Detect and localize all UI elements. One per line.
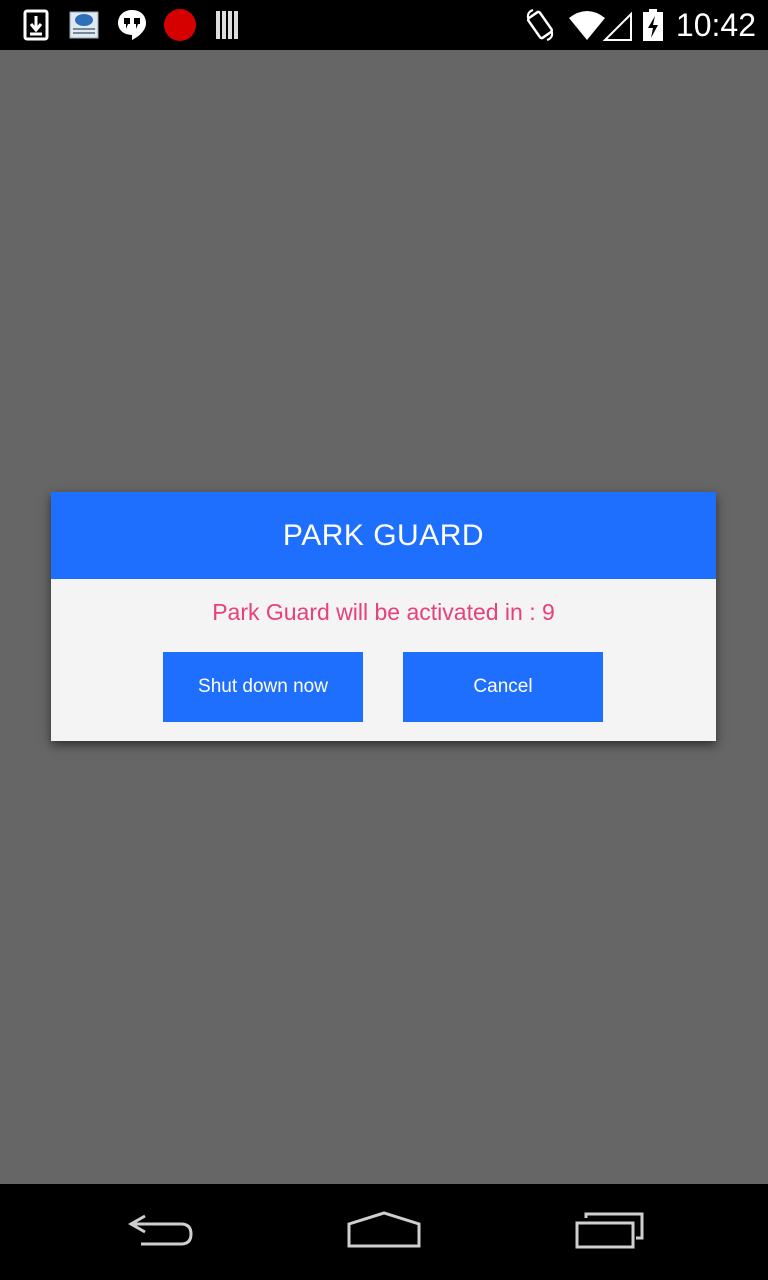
recent-apps-button[interactable]	[550, 1184, 670, 1280]
hangouts-icon	[115, 0, 149, 50]
cancel-button[interactable]: Cancel	[403, 652, 603, 722]
status-time: 10:42	[675, 7, 756, 43]
battery-charging-icon	[641, 0, 665, 50]
barcode-icon	[214, 0, 242, 50]
dialog-header: PARK GUARD	[51, 492, 716, 579]
shut-down-now-button[interactable]: Shut down now	[163, 652, 363, 722]
record-icon	[163, 0, 197, 50]
wifi-icon	[566, 0, 634, 50]
home-button[interactable]	[324, 1184, 444, 1280]
screen: 10:42 PARK GUARD Park Guard will be acti…	[0, 0, 768, 1280]
navigation-bar	[0, 1184, 768, 1280]
download-icon	[22, 0, 50, 50]
back-button[interactable]	[100, 1184, 220, 1280]
recent-apps-icon	[574, 1210, 646, 1255]
weather-icon	[68, 0, 100, 50]
park-guard-dialog: PARK GUARD Park Guard will be activated …	[51, 492, 716, 741]
back-icon	[125, 1210, 195, 1255]
home-icon	[346, 1210, 422, 1255]
rotate-icon	[524, 0, 556, 50]
dialog-title: PARK GUARD	[282, 518, 485, 552]
countdown-message: Park Guard will be activated in : 9	[212, 599, 555, 625]
status-bar: 10:42	[0, 0, 768, 50]
